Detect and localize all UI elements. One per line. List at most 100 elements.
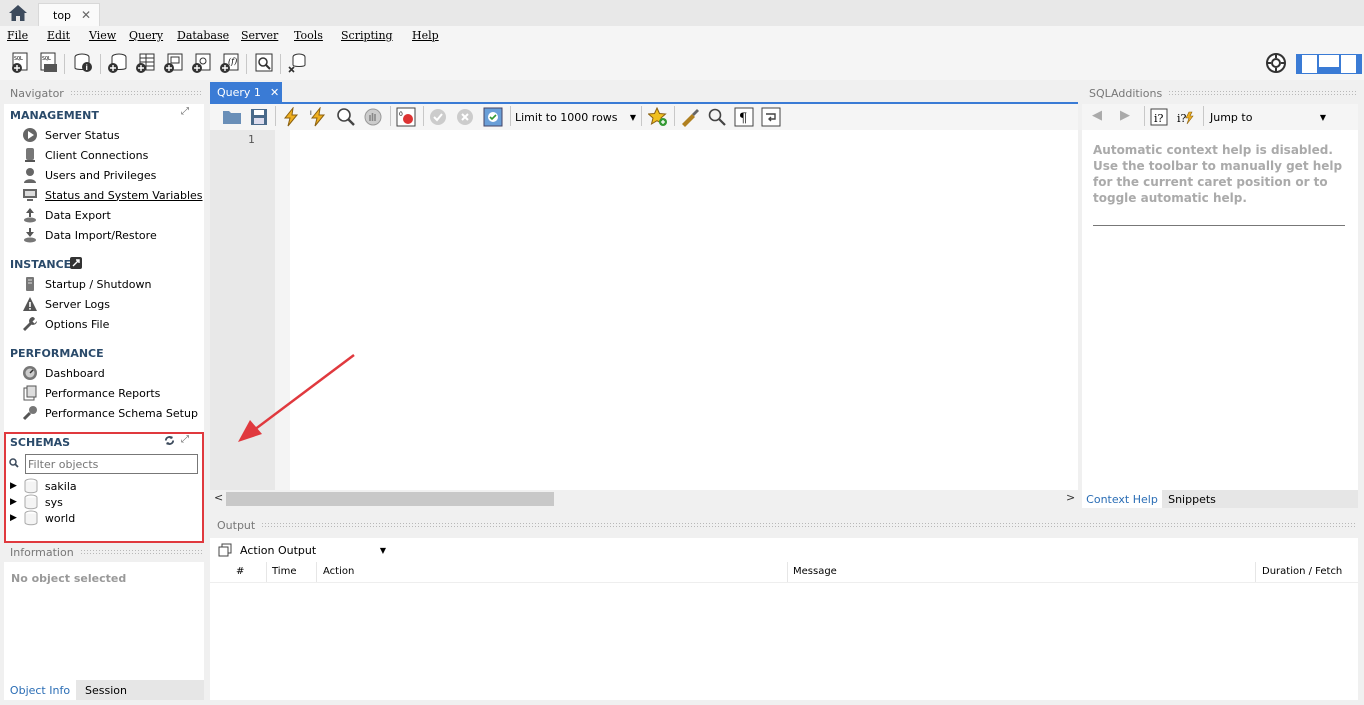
save-icon[interactable] [250, 108, 268, 126]
toggle-sidebar-icon[interactable] [1296, 54, 1318, 74]
create-function-icon[interactable]: (f) [219, 52, 241, 74]
scroll-left-icon[interactable]: < [214, 491, 223, 504]
beautify-icon[interactable] [680, 107, 700, 127]
commit-icon[interactable] [429, 108, 447, 126]
col-message[interactable]: Message [793, 566, 837, 577]
limit-rows-select[interactable]: Limit to 1000 rows ▼ [515, 107, 636, 127]
rollback-icon[interactable] [456, 108, 474, 126]
jump-to-select[interactable]: Jump to ▼ [1210, 107, 1326, 127]
reconnect-icon[interactable] [287, 52, 309, 74]
back-icon[interactable]: ◀ [1092, 108, 1102, 123]
forward-icon[interactable]: ▶ [1120, 108, 1130, 123]
nav-label: Data Export [45, 208, 111, 222]
add-snippet-icon[interactable] [648, 107, 668, 127]
instance-status-icon [70, 257, 82, 269]
open-sql-script-icon[interactable]: SQL [38, 52, 60, 74]
copy-icon[interactable] [218, 543, 232, 557]
col-duration[interactable]: Duration / Fetch [1262, 566, 1342, 577]
col-time[interactable]: Time [272, 566, 296, 577]
nav-server-logs[interactable]: Server Logs [22, 294, 110, 314]
toggle-secondary-sidebar-icon[interactable] [1340, 54, 1362, 74]
scroll-right-icon[interactable]: > [1066, 491, 1075, 504]
execute-current-icon[interactable]: I [309, 107, 327, 127]
context-help-text: Automatic context help is disabled. Use … [1093, 143, 1343, 205]
menu-scripting[interactable]: Scripting [341, 29, 393, 42]
tab-label: Context Help [1086, 492, 1158, 506]
create-view-icon[interactable] [163, 52, 185, 74]
toggle-error-icon[interactable]: 0 [396, 107, 416, 127]
menu-edit[interactable]: Edit [47, 29, 70, 42]
menu-server[interactable]: Server [241, 29, 278, 42]
toggle-output-icon[interactable] [1318, 54, 1340, 74]
execute-icon[interactable] [282, 107, 300, 127]
menu-help[interactable]: Help [412, 29, 439, 42]
menu-tools[interactable]: Tools [294, 29, 323, 42]
nav-server-status[interactable]: Server Status [22, 125, 120, 145]
svg-text:i?: i? [1154, 112, 1164, 125]
svg-text:SQL: SQL [14, 56, 23, 62]
open-folder-icon[interactable] [222, 108, 242, 126]
manual-help-icon[interactable]: i? [1150, 108, 1168, 126]
svg-text:i?: i? [1177, 112, 1187, 125]
nav-label: Dashboard [45, 366, 105, 380]
menu-view[interactable]: View [89, 29, 116, 42]
document-tab-bar: top ✕ [0, 0, 1364, 26]
svg-text:I: I [310, 110, 312, 117]
expand-icon[interactable]: ⤢ [181, 106, 189, 117]
output-type-label: Action Output [240, 543, 317, 557]
connection-tab[interactable]: top ✕ [38, 3, 100, 26]
create-table-icon[interactable] [135, 52, 157, 74]
menu-query[interactable]: Query [129, 29, 163, 42]
col-action[interactable]: Action [323, 566, 354, 577]
find-icon[interactable] [707, 107, 727, 127]
nav-options-file[interactable]: Options File [22, 314, 109, 334]
word-wrap-icon[interactable] [761, 107, 781, 127]
output-type-select[interactable]: Action Output ▼ [240, 540, 386, 560]
tab-snippets[interactable]: Snippets [1162, 490, 1222, 508]
tools-icon [22, 406, 37, 421]
nav-client-connections[interactable]: Client Connections [22, 145, 148, 165]
new-sql-tab-icon[interactable]: SQL [10, 52, 32, 74]
tab-query-1[interactable]: Query 1 ✕ [210, 82, 282, 102]
create-schema-icon[interactable] [107, 52, 129, 74]
chevron-down-icon: ▼ [629, 112, 636, 122]
create-procedure-icon[interactable] [191, 52, 213, 74]
scrollbar-thumb[interactable] [226, 492, 554, 506]
svg-text:SQL: SQL [42, 56, 51, 62]
nav-performance-reports[interactable]: Performance Reports [22, 383, 160, 403]
schema-inspector-icon[interactable]: i [72, 52, 94, 74]
instance-title: INSTANCE [10, 258, 72, 271]
panel-toggles [1296, 54, 1362, 74]
server-icon [26, 277, 34, 291]
menu-database[interactable]: Database [177, 29, 229, 42]
autocommit-icon[interactable] [483, 107, 503, 127]
close-icon[interactable]: ✕ [81, 8, 91, 22]
tab-object-info[interactable]: Object Info [4, 680, 76, 700]
invisible-chars-icon[interactable]: ¶ [734, 107, 754, 127]
sqladditions-toolbar: ◀ ▶ i? i? Jump to ▼ [1082, 104, 1358, 130]
sql-editor[interactable] [275, 130, 1078, 490]
col-number[interactable]: # [236, 566, 244, 577]
nav-data-export[interactable]: Data Export [22, 205, 111, 225]
nav-status-variables[interactable]: Status and System Variables [22, 185, 203, 205]
nav-data-import[interactable]: Data Import/Restore [22, 225, 157, 245]
explain-icon[interactable] [336, 107, 356, 127]
close-icon[interactable]: ✕ [270, 86, 279, 99]
nav-dashboard[interactable]: Dashboard [22, 363, 105, 383]
nav-users-privileges[interactable]: Users and Privileges [22, 165, 156, 185]
warning-icon [23, 297, 37, 311]
menu-file[interactable]: File [7, 29, 28, 42]
stop-icon[interactable] [363, 107, 383, 127]
svg-text:0: 0 [399, 111, 403, 118]
tab-session[interactable]: Session [76, 680, 136, 700]
server-icon [25, 148, 35, 162]
nav-startup-shutdown[interactable]: Startup / Shutdown [22, 274, 151, 294]
settings-icon[interactable] [1265, 52, 1287, 74]
auto-help-icon[interactable]: i? [1176, 108, 1196, 126]
annotation-arrow [238, 354, 355, 442]
horizontal-scrollbar[interactable]: < > [210, 490, 1078, 508]
search-table-data-icon[interactable] [253, 52, 275, 74]
nav-performance-schema-setup[interactable]: Performance Schema Setup [22, 403, 198, 423]
tab-context-help[interactable]: Context Help [1082, 490, 1162, 508]
home-icon[interactable] [0, 0, 36, 26]
